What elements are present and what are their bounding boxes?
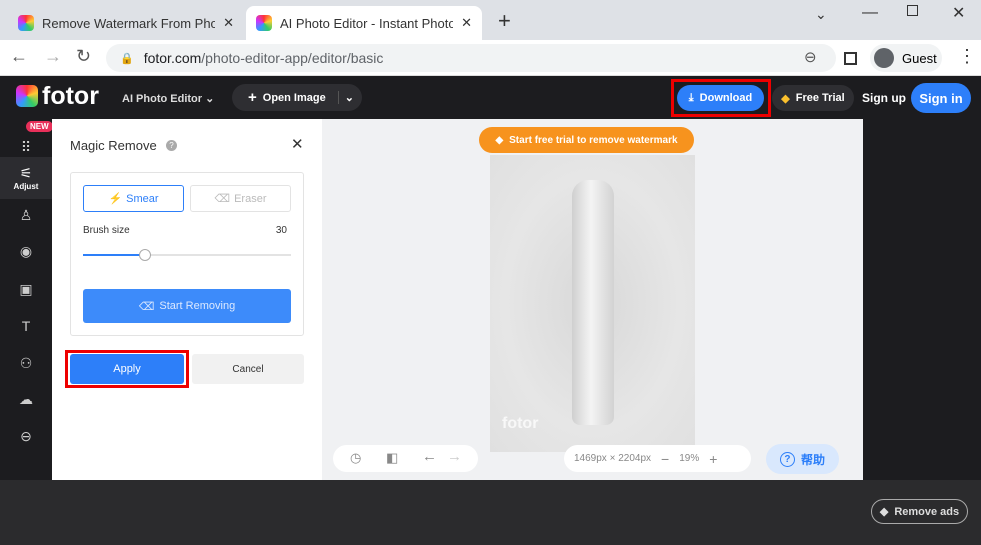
sidebar-item-beauty[interactable]: ♙ xyxy=(0,197,52,233)
download-icon: ⤓ xyxy=(688,91,694,104)
start-removing-button[interactable]: ⌫ Start Removing xyxy=(83,289,291,323)
diamond-icon: ◆ xyxy=(495,134,504,146)
remove-ads-button[interactable]: ◆ Remove ads xyxy=(871,499,968,524)
avatar xyxy=(874,48,894,68)
favicon-icon xyxy=(256,15,272,31)
zoom-in-icon[interactable]: + xyxy=(709,451,717,467)
close-window-button[interactable]: ✕ xyxy=(952,3,965,23)
history-icon[interactable]: ◷ xyxy=(350,450,361,466)
person-icon: ♙ xyxy=(19,206,33,223)
sidebar-item-upload[interactable]: ☁ xyxy=(0,381,52,417)
zoom-toolbar: 1469px × 2204px − 19% + xyxy=(564,445,751,472)
smear-button[interactable]: ⚡ Smear xyxy=(83,185,184,212)
elements-icon: ⚇ xyxy=(19,354,33,371)
frame-icon: ▣ xyxy=(19,280,33,297)
sidebar-item-adjust[interactable]: ⚟ Adjust xyxy=(0,157,52,199)
download-button[interactable]: ⤓ Download xyxy=(677,85,764,111)
free-trial-button[interactable]: ◆ Free Trial xyxy=(772,85,854,111)
text-icon: T xyxy=(21,318,31,334)
zoom-icon[interactable]: ⊖ xyxy=(804,48,817,66)
close-tab-icon[interactable]: ✕ xyxy=(461,15,472,31)
reload-icon[interactable]: ↻ xyxy=(76,46,91,67)
close-icon[interactable]: ✕ xyxy=(291,135,304,153)
fotor-logo-icon xyxy=(16,85,38,107)
maximize-button[interactable] xyxy=(907,5,918,16)
history-toolbar: ◷ ◧ ← → xyxy=(333,445,478,472)
new-tab-button[interactable]: + xyxy=(498,8,511,34)
side-panel-icon[interactable] xyxy=(844,52,857,65)
diamond-icon: ◆ xyxy=(781,92,790,105)
diamond-icon: ◆ xyxy=(879,506,889,518)
photo[interactable]: fotor xyxy=(490,155,695,452)
eraser-button[interactable]: ⌫ Eraser xyxy=(190,185,291,212)
grid-icon: ⠿ xyxy=(20,138,32,155)
apply-button[interactable]: Apply xyxy=(70,354,184,384)
help-button[interactable]: ? 帮助 xyxy=(766,444,839,474)
panel-title: Magic Remove xyxy=(70,138,157,153)
undo-icon[interactable]: ← xyxy=(422,448,437,465)
free-trial-banner[interactable]: ◆ Start free trial to remove watermark xyxy=(479,127,694,153)
eye-icon: ◉ xyxy=(19,242,33,259)
brush-size-label: Brush size xyxy=(83,225,130,236)
eraser-icon: ⌫ xyxy=(214,193,231,205)
tab-search-icon[interactable]: ⌄ xyxy=(815,6,827,23)
favicon-icon xyxy=(18,15,34,31)
smear-icon: ⚡ xyxy=(108,193,123,205)
zoom-out-icon[interactable]: − xyxy=(661,451,669,467)
sidebar-item-effects[interactable]: ◉ xyxy=(0,233,52,269)
more-icon: ⊖ xyxy=(20,427,32,444)
magic-remove-panel: Magic Remove ? ✕ ⚡ Smear ⌫ Eraser Brush si… xyxy=(52,119,322,480)
zoom-level: 19% xyxy=(679,453,700,464)
profile-button[interactable]: Guest xyxy=(870,44,942,72)
watermark: fotor xyxy=(502,415,539,432)
sidebar-item-more[interactable]: ⊖ xyxy=(0,418,52,454)
browser-tab-bar: Remove Watermark From Photo ✕ AI Photo Ed… xyxy=(0,0,981,40)
cloud-icon: ☁ xyxy=(19,390,33,407)
compare-icon[interactable]: ◧ xyxy=(386,450,398,466)
minimize-button[interactable]: — xyxy=(862,4,878,22)
close-tab-icon[interactable]: ✕ xyxy=(223,15,234,31)
canvas-area: fotor ◆ Start free trial to remove waterm… xyxy=(322,119,863,480)
open-image-button[interactable]: + Open Image ⌄ xyxy=(232,84,362,111)
redo-icon[interactable]: → xyxy=(447,448,462,465)
sidebar-item-elements[interactable]: ⚇ xyxy=(0,345,52,381)
app-header: fotor AI Photo Editor ⌄ + Open Image ⌄ ⤓ Do… xyxy=(0,76,981,119)
brush-size-slider[interactable] xyxy=(83,249,291,261)
help-icon[interactable]: ? xyxy=(166,140,177,151)
brush-size-value: 30 xyxy=(275,225,287,236)
question-icon: ? xyxy=(779,451,795,467)
eraser-icon: ⌫ xyxy=(138,300,155,313)
browser-tab[interactable]: Remove Watermark From Photo ✕ xyxy=(8,6,244,40)
chevron-down-icon[interactable]: ⌄ xyxy=(337,91,354,104)
sidebar-item-text[interactable]: T xyxy=(0,308,52,344)
back-icon[interactable]: ← xyxy=(10,46,28,67)
sidebar-item-frames[interactable]: ▣ xyxy=(0,271,52,307)
sign-up-link[interactable]: Sign up xyxy=(862,91,906,105)
browser-tab-active[interactable]: AI Photo Editor - Instant Photo E ✕ xyxy=(246,6,482,40)
slider-handle[interactable] xyxy=(139,249,152,261)
lock-icon: 🔒 xyxy=(120,52,134,65)
sign-in-button[interactable]: Sign in xyxy=(911,83,971,113)
address-bar: ← → ↻ 🔒 fotor.com/photo-editor-app/editor… xyxy=(0,40,981,76)
menu-icon[interactable]: ⋮ xyxy=(958,46,976,67)
forward-icon[interactable]: → xyxy=(44,46,62,67)
tool-sidebar: NEW ⠿ ⚟ Adjust ♙ ◉ ▣ T ⚇ ☁ ⊖ xyxy=(0,119,53,480)
right-panel xyxy=(863,119,981,480)
sliders-icon: ⚟ xyxy=(19,165,33,181)
product-menu[interactable]: AI Photo Editor ⌄ xyxy=(122,92,214,105)
cancel-button[interactable]: Cancel xyxy=(192,354,304,384)
logo[interactable]: fotor xyxy=(42,82,99,111)
bottle-image xyxy=(572,180,614,425)
image-dimensions: 1469px × 2204px xyxy=(574,453,652,464)
url-input[interactable]: 🔒 fotor.com/photo-editor-app/editor/basic xyxy=(106,44,836,72)
options-box: ⚡ Smear ⌫ Eraser Brush size 30 ⌫ Start Remo… xyxy=(70,172,304,336)
